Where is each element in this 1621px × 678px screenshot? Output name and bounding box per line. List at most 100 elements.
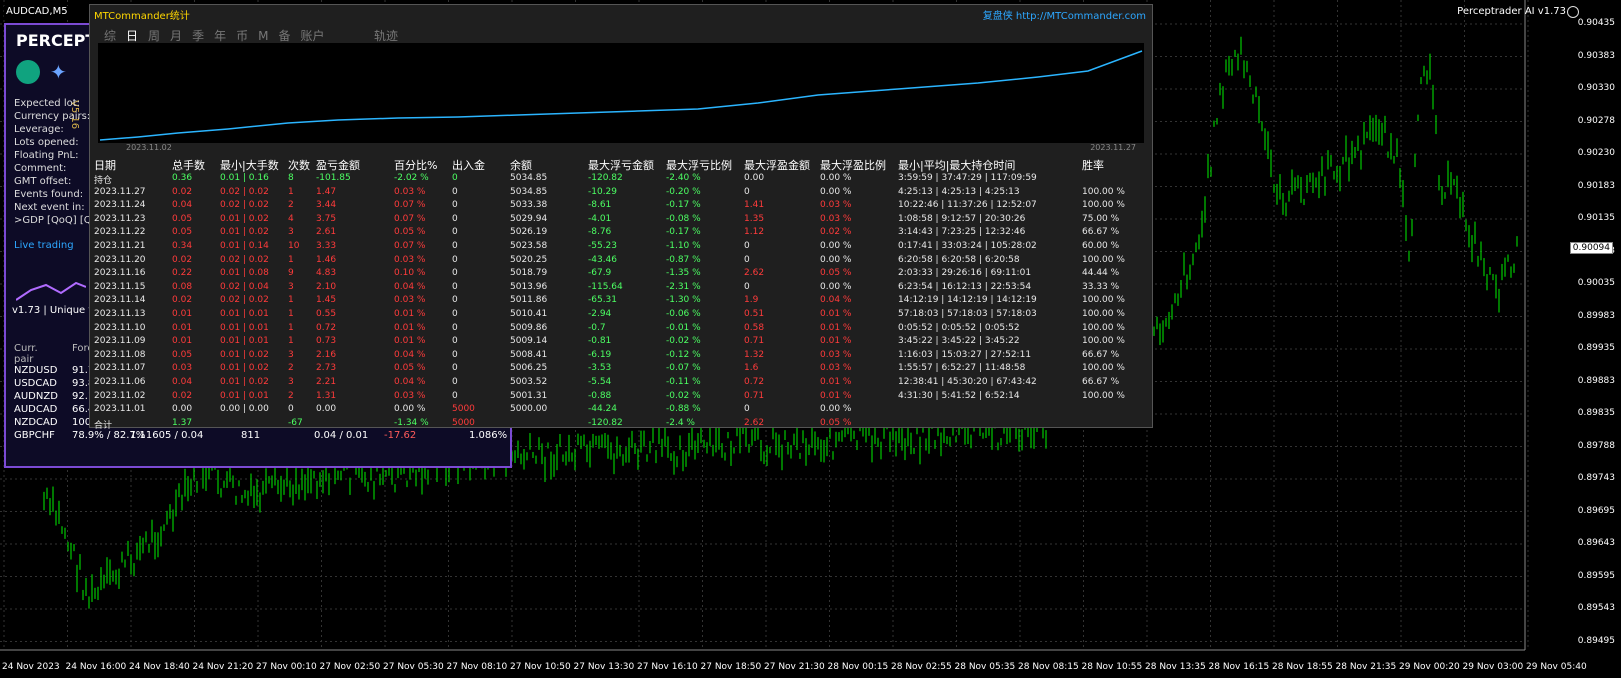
table-cell: 1:08:58 | 9:12:57 | 20:30:26 xyxy=(898,213,1026,224)
table-cell: -0.81 xyxy=(588,336,612,347)
pairs-cell: AUDNZD xyxy=(14,391,58,402)
table-cell: 0.05 % xyxy=(394,227,426,238)
table-cell: 0.01 xyxy=(172,309,193,319)
table-cell: 2.62 xyxy=(744,417,765,428)
table-cell: 0 xyxy=(744,404,750,415)
tab[interactable]: 综 xyxy=(104,27,116,44)
table-cell: -67 xyxy=(288,417,303,428)
table-cell: 2.10 xyxy=(316,281,337,292)
table-cell: 1 xyxy=(288,309,294,319)
table-cell: 0.03 % xyxy=(820,200,852,211)
table-header-cell: 最大浮亏比例 xyxy=(666,159,732,172)
symbol-label: AUDCAD,M5 xyxy=(4,6,70,17)
table-cell: 0.01 | 0.01 xyxy=(220,336,269,347)
table-cell: -43.46 xyxy=(588,254,618,265)
table-header-cell: 出入金 xyxy=(452,159,485,172)
pairs-cell: AUDCAD xyxy=(14,404,58,415)
table-cell: 0 xyxy=(452,322,458,333)
table-cell: -1.35 % xyxy=(666,268,701,279)
table-cell: 0 xyxy=(452,227,458,238)
table-cell: 0.01 % xyxy=(394,322,426,333)
table-cell: 6:23:54 | 16:12:13 | 22:53:54 xyxy=(898,281,1032,292)
table-cell: 9 xyxy=(288,268,294,279)
price-tick: 0.89643 xyxy=(1577,538,1615,548)
tab[interactable]: 季 xyxy=(192,27,204,44)
tab[interactable]: 月 xyxy=(170,27,182,44)
table-cell: 0 xyxy=(744,254,750,265)
table-cell: 0.05 % xyxy=(394,363,426,374)
time-tick: 27 Nov 05:30 xyxy=(383,662,444,672)
table-cell: 0.02 xyxy=(172,390,193,401)
window-title: MTCommander统计 xyxy=(94,11,190,22)
website-link[interactable]: 复盘侠 http://MTCommander.com xyxy=(983,7,1146,22)
table-cell: 0.01 | 0.08 xyxy=(220,268,269,279)
table-cell: 66.67 % xyxy=(1082,227,1120,238)
table-cell: 0.03 % xyxy=(820,213,852,224)
table-cell: 5034.85 xyxy=(510,173,548,183)
tab[interactable]: 日 xyxy=(126,27,138,44)
table-cell: 0.05 xyxy=(172,213,193,224)
table-cell: 2 xyxy=(288,390,294,401)
price-tick: 0.90383 xyxy=(1577,50,1615,61)
table-cell: 1.31 xyxy=(316,390,337,401)
table-cell: 持仓 xyxy=(94,176,113,186)
table-cell: 0 xyxy=(452,336,458,347)
table-cell: 0.55 xyxy=(316,309,337,319)
table-cell: 0 xyxy=(452,173,458,183)
table-header-cell: 最小|平均|最大持仓时间 xyxy=(898,159,1016,172)
table-cell: 0 xyxy=(452,213,458,224)
table-cell: 0.04 % xyxy=(394,281,426,292)
table-cell: 0.05 % xyxy=(820,417,852,428)
table-cell: 5008.41 xyxy=(510,349,548,360)
table-cell: -1.10 % xyxy=(666,241,701,251)
table-cell: -120.82 xyxy=(588,173,623,183)
time-tick: 28 Nov 18:55 xyxy=(1272,662,1333,672)
table-cell: 0.07 % xyxy=(394,213,426,224)
table-cell: 60.00 % xyxy=(1082,241,1120,251)
tab[interactable]: 周 xyxy=(148,27,160,44)
table-cell: -2.94 xyxy=(588,309,612,319)
table-cell: 1:55:57 | 6:52:27 | 11:48:58 xyxy=(898,363,1026,374)
table-cell: -0.12 % xyxy=(666,349,701,360)
table-cell: 3 xyxy=(288,377,294,387)
table-cell: -0.02 % xyxy=(666,390,701,401)
tab[interactable]: 年 xyxy=(214,27,226,44)
table-cell: 5013.96 xyxy=(510,281,548,292)
table-cell: 5020.25 xyxy=(510,254,548,265)
table-cell: 0 xyxy=(452,295,458,306)
table-cell: 1.12 xyxy=(744,227,765,238)
table-cell: -2.31 % xyxy=(666,281,701,292)
tab-trajectory[interactable]: 轨迹 xyxy=(374,27,398,44)
pairs-cell: GBPCHF xyxy=(14,430,55,441)
time-tick: 27 Nov 16:10 xyxy=(637,662,698,672)
table-cell: 0.02 | 0.02 xyxy=(220,295,269,306)
tab[interactable]: M xyxy=(258,29,268,43)
table-cell: 1 xyxy=(288,322,294,333)
tab[interactable]: 备 xyxy=(278,27,290,44)
table-cell: 100.00 % xyxy=(1082,336,1125,347)
table-cell: 1.45 xyxy=(316,295,337,306)
table-cell: 3 xyxy=(288,281,294,292)
mtcommander-window[interactable]: MTCommander统计 复盘侠 http://MTCommander.com… xyxy=(89,4,1153,431)
time-tick: 28 Nov 21:35 xyxy=(1335,662,1397,672)
table-cell: 1 xyxy=(288,186,294,197)
live-trading-label: Live trading xyxy=(14,240,74,251)
table-cell: 8 xyxy=(288,173,294,183)
table-cell: -6.19 xyxy=(588,349,612,360)
price-tick: 0.90278 xyxy=(1577,115,1615,126)
table-cell: 0.02 xyxy=(172,254,193,265)
time-tick: 27 Nov 10:50 xyxy=(510,662,571,672)
table-cell: 100.00 % xyxy=(1082,309,1125,319)
panel-label: Floating PnL: xyxy=(14,150,79,161)
table-cell: 0.51 xyxy=(744,309,765,319)
table-cell: 1 xyxy=(288,254,294,265)
time-tick: 24 Nov 21:20 xyxy=(192,662,254,672)
tab[interactable]: 币 xyxy=(236,27,248,44)
table-header-cell: 百分比% xyxy=(394,159,438,172)
table-cell: -2.02 % xyxy=(394,173,429,183)
table-cell: 3 xyxy=(288,349,294,360)
website-url[interactable]: http://MTCommander.com xyxy=(1016,11,1146,22)
panel-label: Events found: xyxy=(14,189,84,200)
table-cell: 0 xyxy=(452,390,458,401)
table-cell: 0.01 | 0.01 xyxy=(220,390,269,401)
